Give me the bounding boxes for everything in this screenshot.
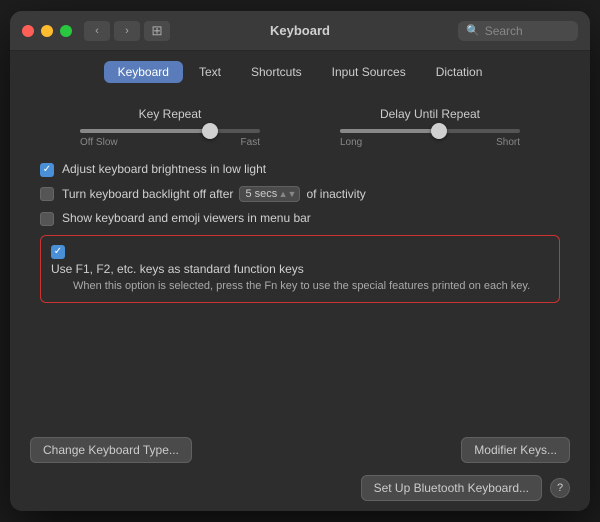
option-fn-keys-sub: When this option is selected, press the … bbox=[73, 279, 530, 294]
options-section: ✓ Adjust keyboard brightness in low ligh… bbox=[40, 162, 560, 303]
key-repeat-track[interactable] bbox=[80, 129, 260, 133]
search-box: 🔍 bbox=[458, 21, 578, 41]
option-emoji-label: Show keyboard and emoji viewers in menu … bbox=[62, 211, 311, 225]
maximize-button[interactable] bbox=[60, 25, 72, 37]
bottom-left-buttons: Change Keyboard Type... bbox=[30, 437, 192, 463]
delay-repeat-left-label: Long bbox=[340, 137, 362, 148]
delay-repeat-track[interactable] bbox=[340, 129, 520, 133]
help-button[interactable]: ? bbox=[550, 478, 570, 498]
change-keyboard-button[interactable]: Change Keyboard Type... bbox=[30, 437, 192, 463]
option-fn-keys-label: Use F1, F2, etc. keys as standard functi… bbox=[51, 262, 530, 276]
checkbox-emoji[interactable] bbox=[40, 212, 54, 226]
search-icon: 🔍 bbox=[466, 24, 480, 37]
key-repeat-label: Key Repeat bbox=[139, 107, 202, 121]
keyboard-window: ‹ › ⊞ Keyboard 🔍 Keyboard Text Shortcuts… bbox=[10, 11, 590, 511]
option-emoji: Show keyboard and emoji viewers in menu … bbox=[40, 211, 560, 226]
checkbox-backlight[interactable] bbox=[40, 187, 54, 201]
traffic-lights bbox=[22, 25, 72, 37]
delay-repeat-section: Delay Until Repeat Long Short bbox=[300, 107, 560, 148]
option-backlight: Turn keyboard backlight off after 5 secs… bbox=[40, 186, 560, 202]
tab-keyboard[interactable]: Keyboard bbox=[104, 61, 183, 83]
delay-repeat-right-label: Short bbox=[496, 137, 520, 148]
tab-dictation[interactable]: Dictation bbox=[422, 61, 497, 83]
tabs-bar: Keyboard Text Shortcuts Input Sources Di… bbox=[10, 51, 590, 91]
key-repeat-ends: Off Slow Fast bbox=[80, 137, 260, 148]
bottom-footer: Set Up Bluetooth Keyboard... ? bbox=[10, 475, 590, 511]
tab-input-sources[interactable]: Input Sources bbox=[318, 61, 420, 83]
content-area: Key Repeat Off Slow Fast Delay Until Rep… bbox=[10, 91, 590, 427]
backlight-select[interactable]: 5 secs 10 secs 30 secs 1 min 5 mins Neve… bbox=[239, 186, 300, 202]
forward-button[interactable]: › bbox=[114, 21, 140, 41]
backlight-select-wrapper: 5 secs 10 secs 30 secs 1 min 5 mins Neve… bbox=[239, 186, 300, 202]
close-button[interactable] bbox=[22, 25, 34, 37]
delay-repeat-ends: Long Short bbox=[340, 137, 520, 148]
bottom-bar: Change Keyboard Type... Modifier Keys... bbox=[10, 427, 590, 475]
option-backlight-suffix: of inactivity bbox=[306, 187, 365, 201]
bottom-right-buttons: Modifier Keys... bbox=[461, 437, 570, 463]
key-repeat-right-label: Fast bbox=[241, 137, 260, 148]
titlebar: ‹ › ⊞ Keyboard 🔍 bbox=[10, 11, 590, 51]
sliders-row: Key Repeat Off Slow Fast Delay Until Rep… bbox=[40, 107, 560, 148]
option-brightness-label: Adjust keyboard brightness in low light bbox=[62, 162, 266, 176]
search-input[interactable] bbox=[485, 24, 565, 38]
tab-text[interactable]: Text bbox=[185, 61, 235, 83]
delay-repeat-label: Delay Until Repeat bbox=[380, 107, 480, 121]
bluetooth-keyboard-button[interactable]: Set Up Bluetooth Keyboard... bbox=[361, 475, 542, 501]
key-repeat-section: Key Repeat Off Slow Fast bbox=[40, 107, 300, 148]
key-repeat-left-label: Off Slow bbox=[80, 137, 118, 148]
option-backlight-inline: Turn keyboard backlight off after 5 secs… bbox=[62, 186, 366, 202]
checkbox-brightness[interactable]: ✓ bbox=[40, 163, 54, 177]
tab-shortcuts[interactable]: Shortcuts bbox=[237, 61, 316, 83]
option-fn-keys: ✓ Use F1, F2, etc. keys as standard func… bbox=[40, 235, 560, 303]
window-title: Keyboard bbox=[270, 23, 330, 38]
nav-buttons: ‹ › bbox=[84, 21, 140, 41]
minimize-button[interactable] bbox=[41, 25, 53, 37]
option-brightness: ✓ Adjust keyboard brightness in low ligh… bbox=[40, 162, 560, 177]
checkbox-fn-keys[interactable]: ✓ bbox=[51, 245, 65, 259]
option-backlight-label: Turn keyboard backlight off after bbox=[62, 187, 233, 201]
grid-button[interactable]: ⊞ bbox=[144, 21, 170, 41]
back-button[interactable]: ‹ bbox=[84, 21, 110, 41]
modifier-keys-button[interactable]: Modifier Keys... bbox=[461, 437, 570, 463]
